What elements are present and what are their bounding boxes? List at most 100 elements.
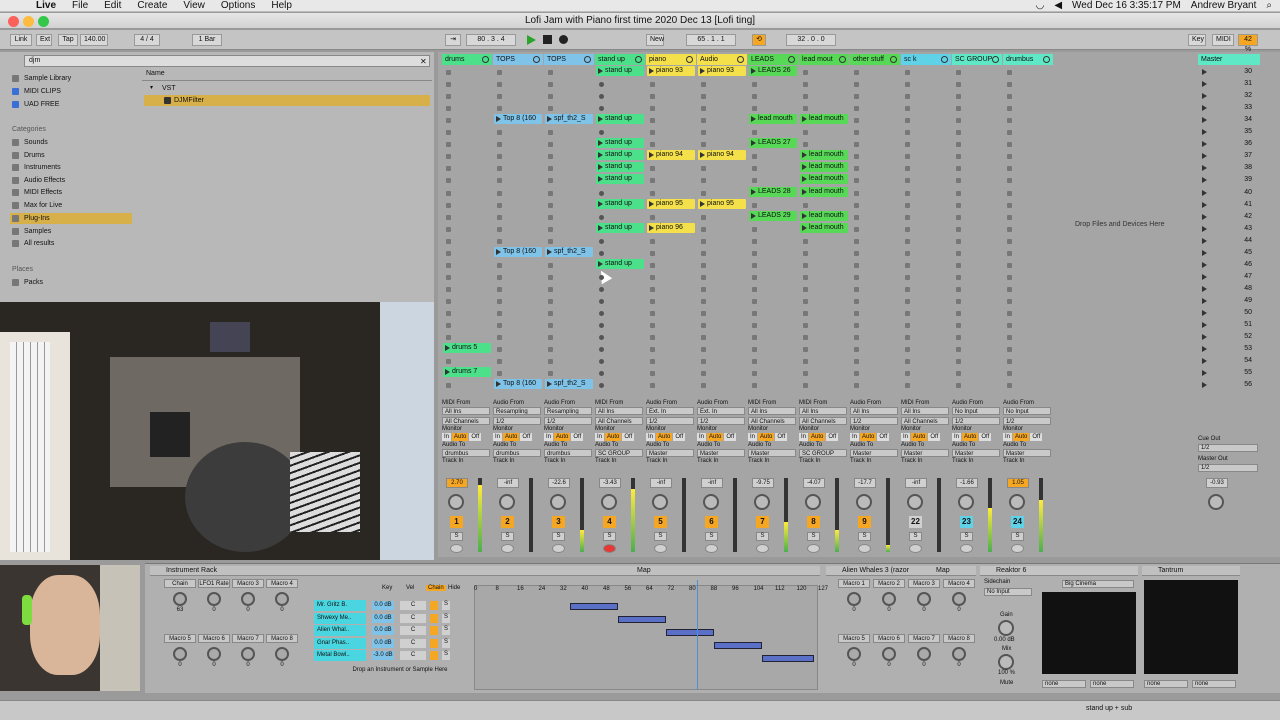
scene-launch-button[interactable]: 50: [1200, 307, 1258, 318]
monitor-in-button[interactable]: In: [748, 433, 758, 441]
empty-clip-slot[interactable]: [446, 214, 451, 220]
empty-clip-slot[interactable]: [905, 166, 910, 172]
place-packs[interactable]: Packs: [10, 277, 43, 288]
empty-clip-slot[interactable]: [854, 142, 859, 148]
track-volume-value[interactable]: -9.75: [752, 478, 774, 488]
scene-launch-button[interactable]: 34: [1200, 114, 1258, 125]
empty-clip-slot[interactable]: [854, 262, 859, 268]
empty-clip-slot[interactable]: [548, 274, 553, 280]
track-activator-button[interactable]: 5: [654, 516, 667, 528]
alien-whales-macro-knob[interactable]: Macro 1 0: [838, 579, 870, 613]
empty-clip-slot[interactable]: [956, 371, 961, 377]
empty-clip-slot[interactable]: [956, 190, 961, 196]
wifi-icon[interactable]: ◡: [1036, 0, 1045, 12]
track-volume-value[interactable]: -inf: [497, 478, 519, 488]
master-volume-value[interactable]: -0.93: [1206, 478, 1228, 488]
empty-clip-slot[interactable]: [701, 359, 706, 365]
clip[interactable]: spf_th2_S: [545, 379, 593, 390]
spotlight-search-icon[interactable]: ⌕: [1266, 0, 1272, 12]
empty-clip-slot[interactable]: [497, 286, 502, 292]
chain-solo-button[interactable]: S: [442, 638, 450, 648]
category-drums[interactable]: Drums: [10, 150, 45, 161]
chain-pan[interactable]: C: [400, 638, 426, 648]
empty-clip-slot[interactable]: [1007, 130, 1012, 136]
input-type-select[interactable]: Resampling: [493, 407, 541, 415]
scene-launch-button[interactable]: 31: [1200, 78, 1258, 89]
empty-clip-slot[interactable]: [650, 383, 655, 389]
track-fold-icon[interactable]: [686, 56, 693, 63]
empty-clip-slot[interactable]: [1007, 298, 1012, 304]
empty-clip-slot[interactable]: [548, 178, 553, 184]
empty-clip-slot[interactable]: [548, 226, 553, 232]
empty-clip-slot[interactable]: [497, 323, 502, 329]
empty-clip-slot[interactable]: [956, 142, 961, 148]
empty-clip-slot[interactable]: [905, 226, 910, 232]
menu-edit[interactable]: Edit: [96, 0, 129, 12]
track-fold-icon[interactable]: [584, 56, 591, 63]
empty-clip-slot[interactable]: [1007, 323, 1012, 329]
empty-clip-slot[interactable]: [1007, 94, 1012, 100]
tantrum-title[interactable]: Tantrum: [1158, 567, 1183, 574]
monitor-auto-button[interactable]: Auto: [1013, 433, 1030, 441]
track-pan-knob[interactable]: [550, 494, 566, 510]
collection-sample-library[interactable]: Sample Library: [10, 73, 71, 84]
empty-clip-slot[interactable]: [446, 286, 451, 292]
clip[interactable]: LEADS 27: [749, 138, 797, 149]
alien-whales-macro-knob[interactable]: Macro 6 0: [873, 634, 905, 668]
empty-clip-slot[interactable]: [701, 118, 706, 124]
loop-length-field[interactable]: 32 . 0 . 0: [786, 34, 836, 46]
browser-search-input[interactable]: djm: [24, 55, 430, 67]
track-volume-value[interactable]: -inf: [701, 478, 723, 488]
reaktor-mix-knob[interactable]: [998, 654, 1014, 670]
chain-pan[interactable]: C: [400, 601, 426, 610]
monitor-in-button[interactable]: In: [646, 433, 656, 441]
empty-clip-slot[interactable]: [1007, 383, 1012, 389]
track-volume-value[interactable]: 2.70: [446, 478, 468, 488]
loop-start-field[interactable]: 65 . 1 . 1: [686, 34, 736, 46]
scene-launch-button[interactable]: 37: [1200, 150, 1258, 161]
solo-button[interactable]: S: [858, 532, 871, 541]
empty-clip-slot[interactable]: [905, 298, 910, 304]
scene-launch-button[interactable]: 30: [1200, 66, 1258, 77]
scene-launch-button[interactable]: 56: [1200, 379, 1258, 390]
empty-clip-slot[interactable]: [905, 250, 910, 256]
chain-volume[interactable]: 0.0 dB: [372, 638, 394, 648]
output-select[interactable]: Master: [748, 449, 796, 457]
empty-clip-slot[interactable]: [599, 238, 604, 244]
collection-midi-clips[interactable]: MIDI CLIPS: [10, 86, 61, 97]
empty-clip-slot[interactable]: [497, 311, 502, 316]
reaktor-preset-select[interactable]: Big Cinema: [1062, 580, 1134, 588]
empty-clip-slot[interactable]: [803, 274, 808, 280]
reaktor-title[interactable]: Reaktor 6: [996, 567, 1026, 574]
input-type-select[interactable]: Resampling: [544, 407, 592, 415]
solo-button[interactable]: S: [1011, 532, 1024, 541]
empty-clip-slot[interactable]: [956, 106, 961, 112]
input-type-select[interactable]: No Input: [1003, 407, 1051, 415]
scene-launch-button[interactable]: 55: [1200, 367, 1258, 378]
chain-pan[interactable]: C: [400, 626, 426, 635]
empty-clip-slot[interactable]: [956, 70, 961, 75]
stop-icon[interactable]: [543, 35, 552, 44]
arm-button[interactable]: [858, 544, 871, 553]
empty-clip-slot[interactable]: [803, 82, 808, 88]
empty-clip-slot[interactable]: [854, 371, 859, 377]
empty-clip-slot[interactable]: [854, 311, 859, 316]
category-instruments[interactable]: Instruments: [10, 162, 61, 173]
monitor-auto-button[interactable]: Auto: [605, 433, 622, 441]
master-pan-knob[interactable]: [1208, 494, 1224, 510]
empty-clip-slot[interactable]: [803, 262, 808, 268]
monitor-auto-button[interactable]: Auto: [503, 433, 520, 441]
menu-file[interactable]: File: [64, 0, 96, 12]
track-fold-icon[interactable]: [1043, 56, 1050, 63]
empty-clip-slot[interactable]: [548, 190, 553, 196]
output-select[interactable]: SC GROUP: [799, 449, 847, 457]
empty-clip-slot[interactable]: [701, 142, 706, 148]
arm-button[interactable]: [501, 544, 514, 553]
scene-launch-button[interactable]: 44: [1200, 235, 1258, 246]
clip[interactable]: piano 94: [647, 150, 695, 161]
browser-result-djmfilter[interactable]: DJMFilter: [144, 95, 430, 106]
monitor-off-button[interactable]: Off: [826, 433, 839, 441]
track-header[interactable]: drumbus: [1003, 54, 1053, 65]
clip[interactable]: piano 95: [698, 198, 746, 209]
collection-uad-free[interactable]: UAD FREE: [10, 99, 59, 110]
